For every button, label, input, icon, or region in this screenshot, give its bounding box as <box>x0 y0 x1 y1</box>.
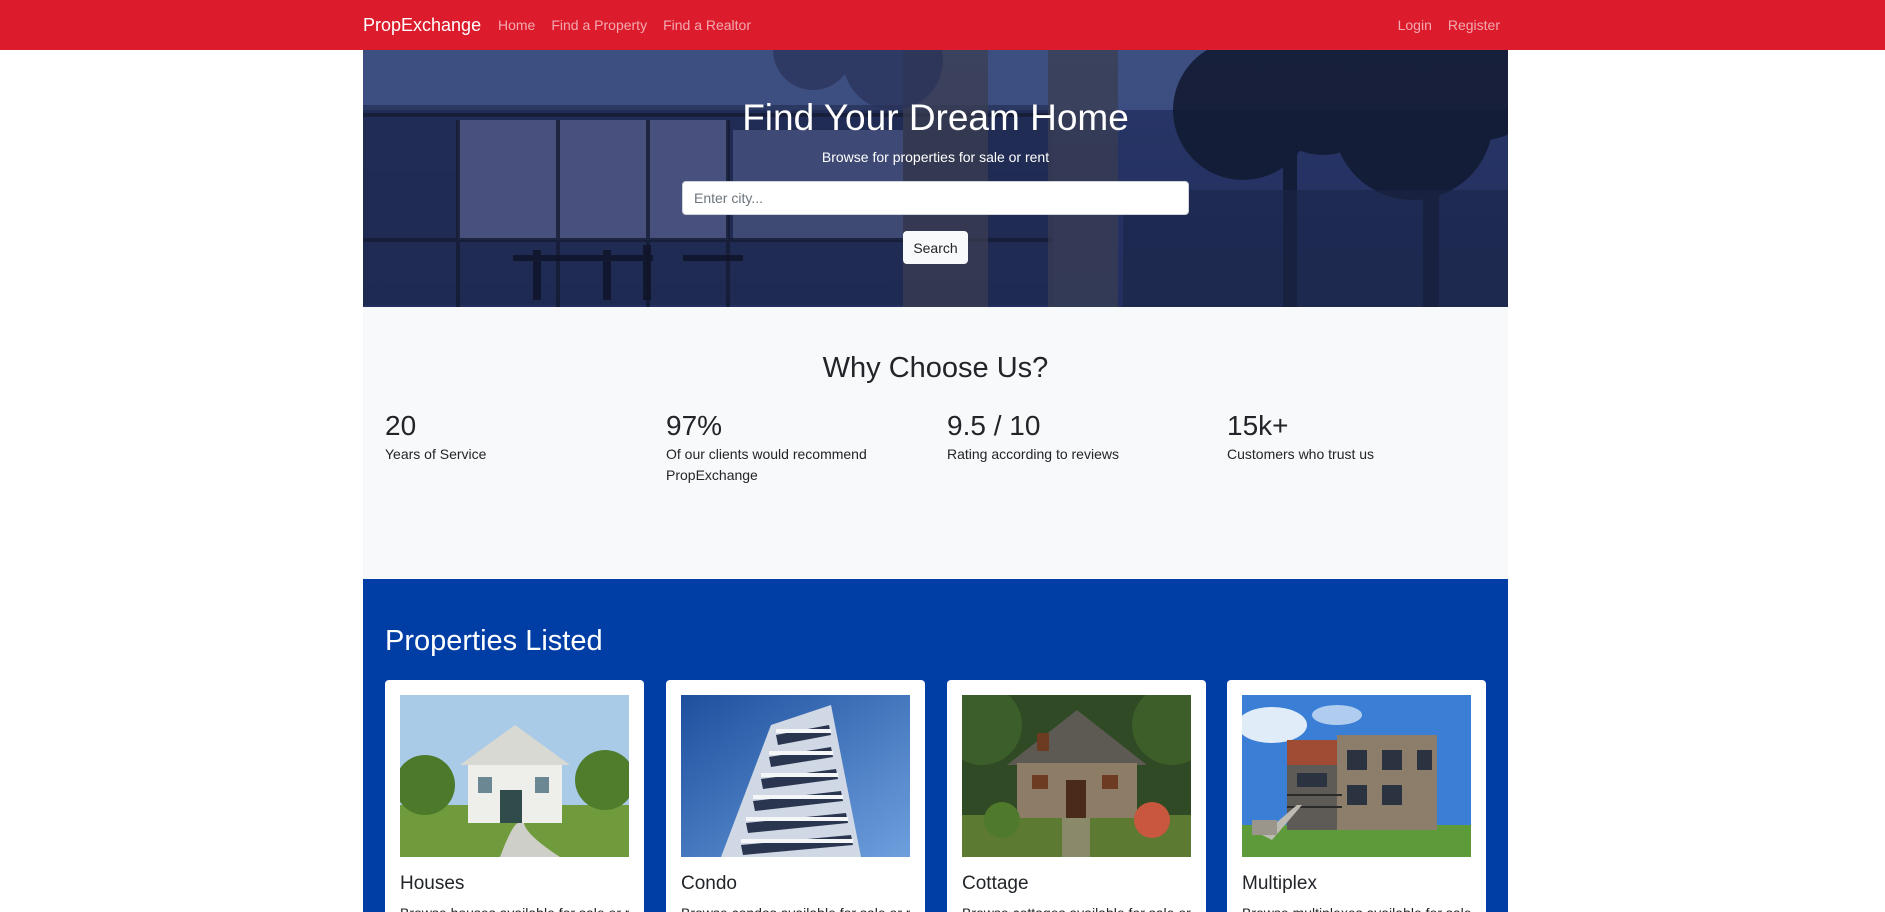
nav-login-link[interactable]: Login <box>1390 16 1440 34</box>
nav-find-property-link[interactable]: Find a Property <box>543 16 655 34</box>
houses-image <box>400 695 629 857</box>
card-title: Condo <box>681 873 737 894</box>
stat-label: Rating according to reviews <box>947 446 1119 462</box>
why-choose-us-section: Why Choose Us? 20 Years of Service 97% O… <box>363 307 1508 579</box>
nav-right: Login Register <box>1390 16 1500 34</box>
card-text: Browse houses available for sale or rent <box>400 903 629 912</box>
hero-title: Find Your Dream Home <box>742 97 1129 138</box>
card-text: Browse cottages available for sale or re… <box>962 903 1191 912</box>
stat-value: 97% <box>666 410 723 441</box>
stat-value: 20 <box>385 410 417 441</box>
cottage-image <box>962 695 1191 857</box>
nav-left: Home Find a Property Find a Realtor <box>498 16 759 34</box>
navbar: PropExchange Home Find a Property Find a… <box>0 0 1885 50</box>
stat-years: 20 Years of Service <box>385 408 625 465</box>
properties-section: Properties Listed Houses Browse houses a… <box>363 579 1508 912</box>
stat-value: 15k+ <box>1227 410 1289 441</box>
property-card-cottage[interactable]: Cottage Browse cottages available for sa… <box>947 680 1206 912</box>
hero-background-image <box>363 50 1508 307</box>
properties-title: Properties Listed <box>385 625 603 657</box>
nav-find-realtor-link[interactable]: Find a Realtor <box>655 16 759 34</box>
brand-link[interactable]: PropExchange <box>363 13 481 37</box>
city-search-input[interactable] <box>682 181 1189 215</box>
stat-customers: 15k+ Customers who trust us <box>1227 408 1467 465</box>
card-title: Cottage <box>962 873 1029 894</box>
stat-label: Of our clients would recommend PropExcha… <box>666 446 867 483</box>
hero-section: Find Your Dream Home Browse for properti… <box>363 50 1508 307</box>
search-button[interactable]: Search <box>903 231 968 264</box>
stat-rating: 9.5 / 10 Rating according to reviews <box>947 408 1187 465</box>
stat-label: Customers who trust us <box>1227 446 1375 462</box>
property-card-houses[interactable]: Houses Browse houses available for sale … <box>385 680 644 912</box>
card-text: Browse multiplexes available for sale or… <box>1242 903 1471 912</box>
stat-value: 9.5 / 10 <box>947 410 1041 441</box>
condo-image <box>681 695 910 857</box>
multiplex-image <box>1242 695 1471 857</box>
card-title: Houses <box>400 873 465 894</box>
property-card-condo[interactable]: Condo Browse condos available for sale o… <box>666 680 925 912</box>
hero-subtitle: Browse for properties for sale or rent <box>821 149 1050 165</box>
why-title: Why Choose Us? <box>822 352 1049 384</box>
property-card-multiplex[interactable]: Multiplex Browse multiplexes available f… <box>1227 680 1486 912</box>
nav-register-link[interactable]: Register <box>1440 16 1500 34</box>
card-text: Browse condos available for sale or rent <box>681 903 910 912</box>
nav-home-link[interactable]: Home <box>498 16 543 34</box>
card-title: Multiplex <box>1242 873 1317 894</box>
stat-label: Years of Service <box>385 446 487 462</box>
stat-recommend: 97% Of our clients would recommend PropE… <box>666 408 896 486</box>
